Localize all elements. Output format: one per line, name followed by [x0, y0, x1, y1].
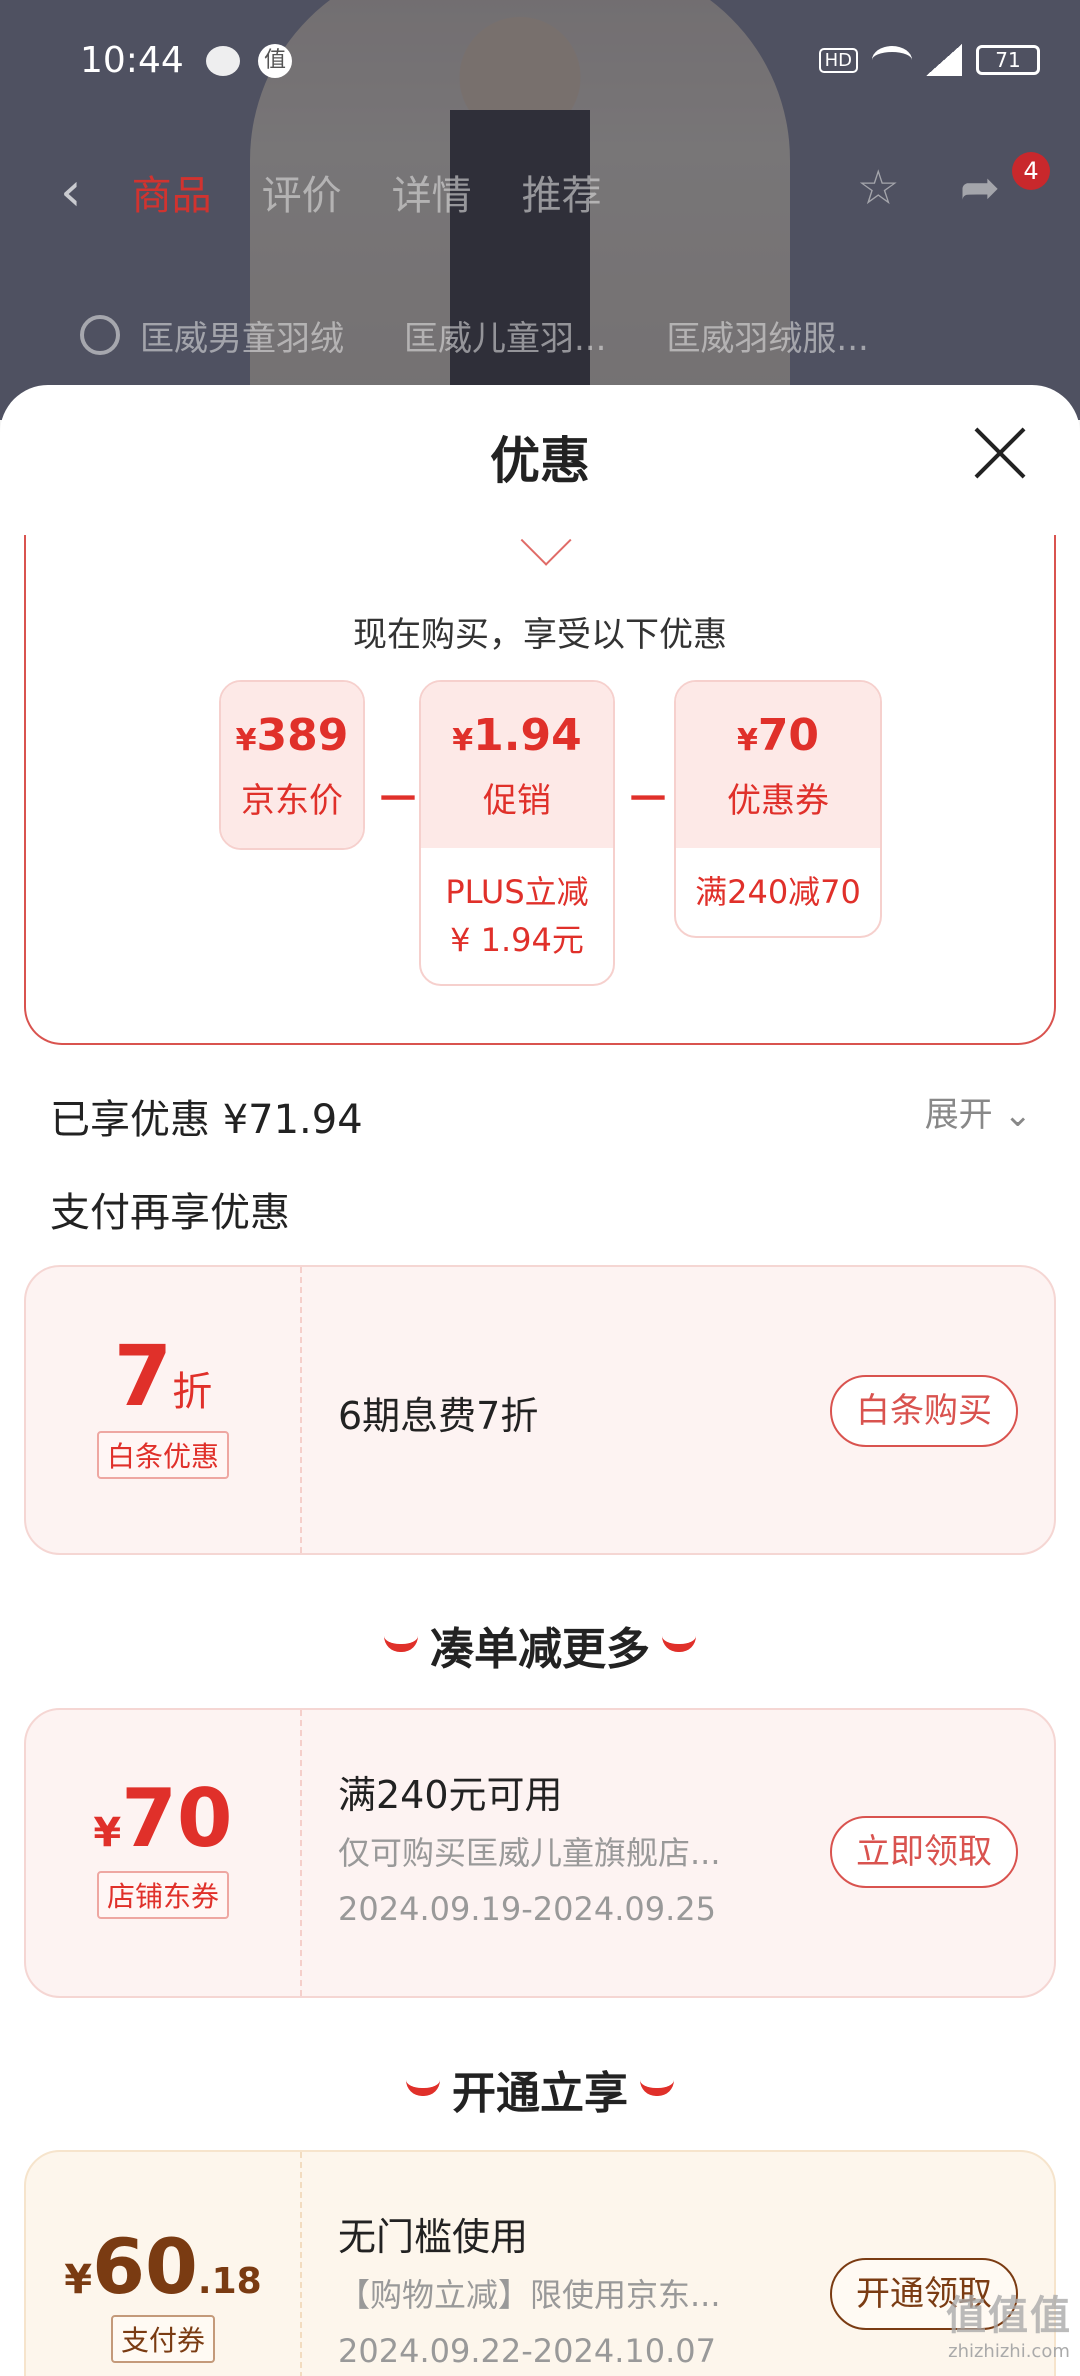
- pay-coupon-value: 60: [92, 2222, 198, 2311]
- discount-sheet: 优惠 现在购买，享受以下优惠 ¥389 京东价 － ¥1.94 促销 PLUS立…: [0, 385, 1080, 2376]
- pay-section-title: 支付再享优惠: [50, 1190, 290, 1236]
- baitiao-desc: 6期息费7折: [338, 1394, 539, 1438]
- saved-amount: 已享优惠 ¥71.94: [50, 1097, 363, 1143]
- tab-reviews[interactable]: 评价: [262, 163, 342, 221]
- signal-icon: [926, 44, 962, 76]
- search-suggestions: 匡威男童羽绒 匡威儿童羽... 匡威羽绒服...: [80, 300, 1040, 370]
- site-watermark: 值值值 zhizhizhi.com: [946, 2283, 1072, 2362]
- status-time: 10:44: [80, 40, 184, 81]
- pay-coupon-period: 2024.09.22-2024.10.07: [338, 2332, 716, 2370]
- breakdown-subtitle: 现在购买，享受以下优惠: [353, 615, 727, 655]
- tab-details[interactable]: 详情: [392, 163, 472, 221]
- price-card-coupon: ¥70 优惠券 满240减70: [674, 680, 882, 938]
- pay-coupon-scope: 【购物立减】限使用京东...: [338, 2276, 721, 2314]
- smile-icon: [662, 1636, 696, 1652]
- tab-recommend[interactable]: 推荐: [522, 163, 602, 221]
- tab-product[interactable]: 商品: [132, 163, 212, 221]
- pay-coupon-condition: 无门槛使用: [338, 2215, 529, 2259]
- watermark-site: zhizhizhi.com: [948, 2341, 1070, 2362]
- smile-icon: [640, 2080, 674, 2096]
- sheet-title: 优惠: [490, 432, 590, 490]
- wifi-icon: [872, 46, 912, 74]
- coupon-scope: 仅可购买匡威儿童旗舰店...: [338, 1834, 721, 1872]
- smile-icon: [406, 2080, 440, 2096]
- cart-badge: 4: [1012, 152, 1050, 190]
- close-icon[interactable]: [972, 425, 1028, 481]
- top-actions: ☆ ➦: [857, 160, 1000, 216]
- watermark-logo: 值值值: [946, 2293, 1072, 2339]
- search-icon: [80, 315, 120, 355]
- coupon-period: 2024.09.19-2024.09.25: [338, 1890, 716, 1928]
- expand-button[interactable]: 展开 ⌄: [925, 1087, 1032, 1136]
- battery-icon: 71: [976, 45, 1040, 75]
- suggestion-2[interactable]: 匡威羽绒服...: [666, 311, 868, 360]
- baitiao-card: 7折 白条优惠 6期息费7折 白条购买: [24, 1265, 1056, 1555]
- section-more-title: 凑单减更多: [0, 1613, 1080, 1677]
- status-bar: 10:44 值 HD 71: [0, 0, 1080, 120]
- share-icon[interactable]: ➦: [960, 160, 1000, 216]
- status-icons: HD 71: [818, 44, 1040, 76]
- chevron-down-icon: [520, 514, 572, 566]
- back-icon[interactable]: ‹: [60, 160, 82, 223]
- smile-icon: [384, 1636, 418, 1652]
- section-open-title: 开通立享: [0, 2057, 1080, 2121]
- shop-coupon-tag: 店铺东券: [96, 1871, 229, 1919]
- price-breakdown: 现在购买，享受以下优惠 ¥389 京东价 － ¥1.94 促销 PLUS立减 ¥…: [24, 514, 1056, 1045]
- price-card-jd: ¥389 京东价: [219, 680, 365, 850]
- price-card-promo: ¥1.94 促销 PLUS立减 ¥ 1.94元: [419, 680, 615, 986]
- baitiao-value: 7: [113, 1327, 173, 1425]
- shop-coupon-card: ¥70 店铺东券 满240元可用 仅可购买匡威儿童旗舰店... 2024.09.…: [24, 1708, 1056, 1998]
- baitiao-buy-button[interactable]: 白条购买: [830, 1375, 1018, 1447]
- pay-coupon-tag: 支付券: [110, 2315, 215, 2363]
- chevron-down-icon: ⌄: [1003, 1095, 1033, 1135]
- hd-icon: HD: [818, 47, 858, 73]
- coupon-condition: 满240元可用: [338, 1773, 563, 1817]
- wechat-icon: [206, 46, 240, 76]
- value-app-icon: 值: [258, 44, 292, 78]
- shop-coupon-value: 70: [121, 1772, 233, 1865]
- search-text[interactable]: 匡威男童羽绒: [140, 311, 344, 360]
- product-tabs: ‹ 商品 评价 详情 推荐: [60, 160, 602, 223]
- favorite-icon[interactable]: ☆: [857, 160, 900, 216]
- minus-sign: －: [626, 774, 670, 825]
- claim-coupon-button[interactable]: 立即领取: [830, 1816, 1018, 1888]
- suggestion-1[interactable]: 匡威儿童羽...: [404, 311, 606, 360]
- minus-sign: －: [376, 774, 420, 825]
- baitiao-tag: 白条优惠: [96, 1431, 229, 1479]
- pay-coupon-card: ¥60.18 支付券 无门槛使用 【购物立减】限使用京东... 2024.09.…: [24, 2150, 1056, 2376]
